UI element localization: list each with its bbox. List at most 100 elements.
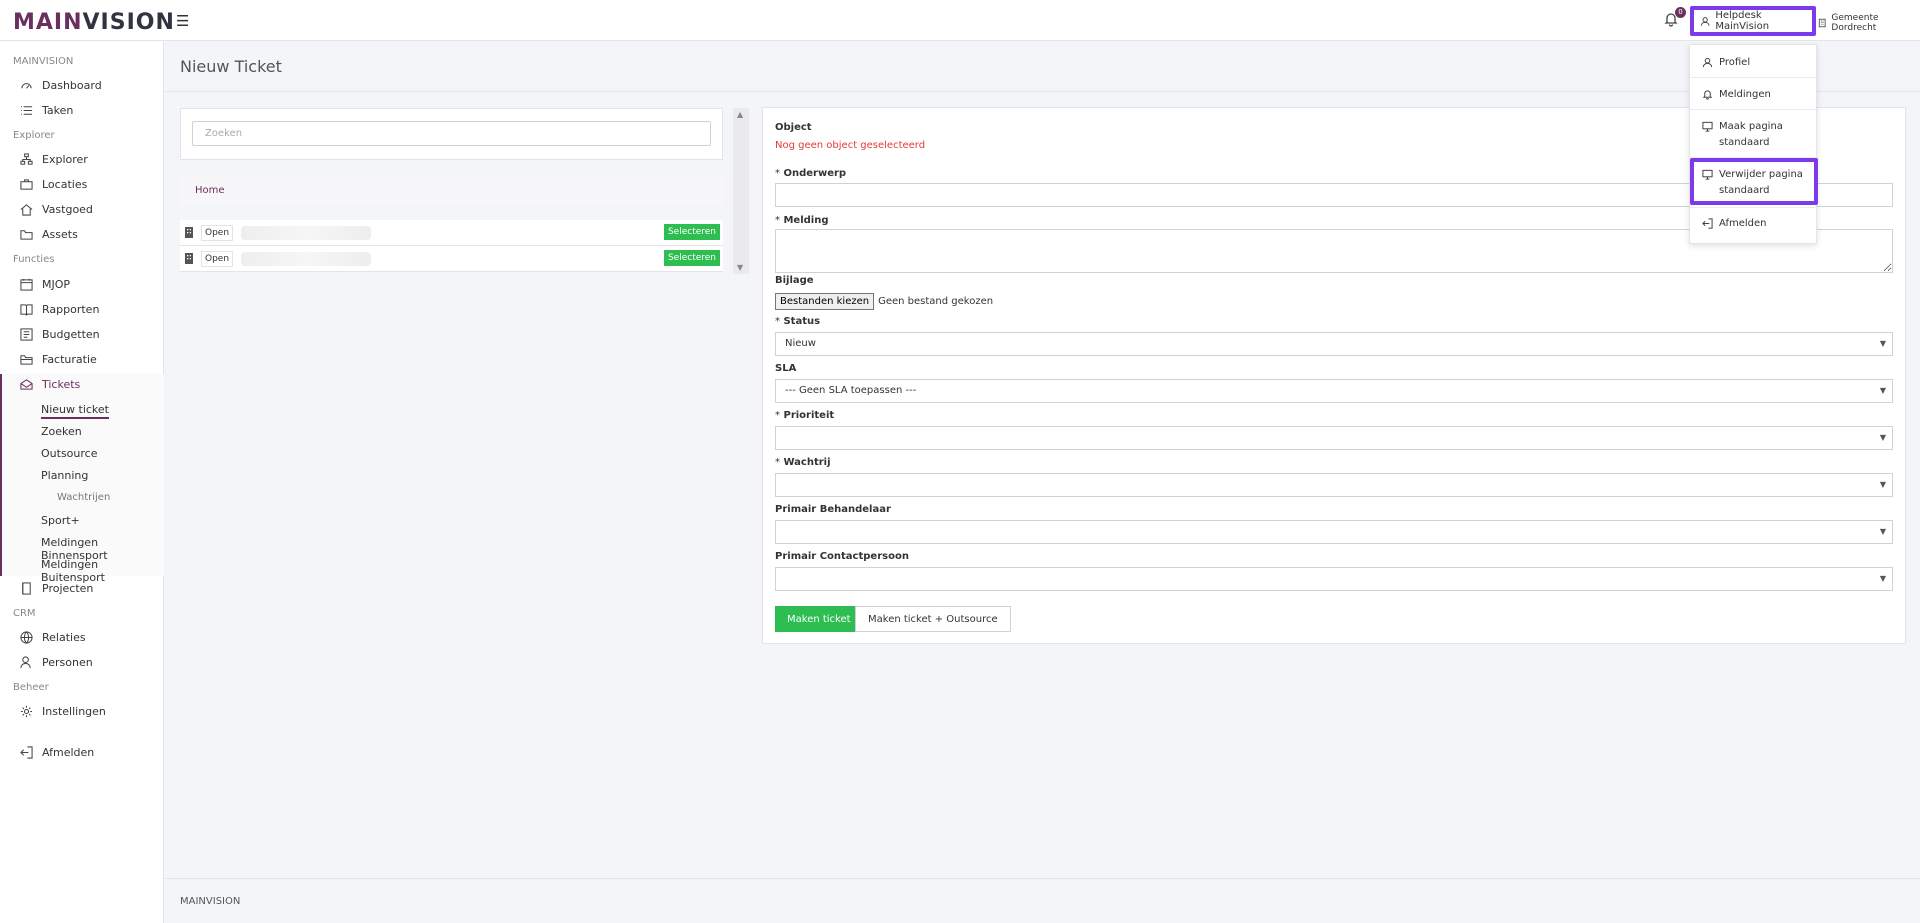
breadcrumb-home-link[interactable]: Home	[195, 185, 225, 196]
melding-label-text: Melding	[783, 215, 829, 226]
table-row[interactable]: Open Selecteren	[180, 220, 723, 246]
menu-divider	[1690, 207, 1816, 208]
object-search-input[interactable]	[192, 121, 711, 146]
sidebar-item-instellingen[interactable]: Instellingen	[20, 705, 106, 718]
select-object-button[interactable]: Selecteren	[663, 250, 720, 266]
choose-files-button[interactable]: Bestanden kiezen	[775, 293, 875, 310]
bijlage-label: Bijlage	[775, 275, 814, 286]
organisation-selector[interactable]: Gemeente Dordrecht	[1818, 13, 1920, 33]
menu-item-profiel[interactable]: Profiel	[1690, 55, 1818, 71]
sidebar-section-crm: CRM	[13, 608, 36, 619]
sidebar-section-mainvision: MAINVISION	[13, 56, 74, 67]
sidebar-subitem-nieuw-ticket[interactable]: Nieuw ticket	[41, 403, 109, 419]
calendar-icon	[20, 278, 33, 291]
sidebar-item-tickets[interactable]: Tickets	[20, 378, 80, 391]
menu-item-label: Maak pagina standaard	[1719, 121, 1783, 148]
sidebar-subitem-planning[interactable]: Planning	[41, 469, 88, 482]
user-menu-button[interactable]: Helpdesk MainVision	[1690, 6, 1816, 36]
sidebar-item-locaties[interactable]: Locaties	[20, 178, 87, 191]
menu-item-afmelden[interactable]: Afmelden	[1690, 216, 1818, 232]
menu-item-label: Meldingen	[1719, 89, 1771, 100]
sidebar-label: Dashboard	[42, 79, 102, 92]
gear-icon	[20, 705, 33, 718]
required-mark: *	[775, 316, 780, 327]
prioriteit-label-text: Prioriteit	[783, 410, 835, 421]
sidebar-subitem-zoeken[interactable]: Zoeken	[41, 425, 82, 438]
sidebar-label: Personen	[42, 656, 93, 669]
book-icon	[20, 304, 33, 316]
table-row[interactable]: Open Selecteren	[180, 246, 723, 272]
sidebar-item-mjop[interactable]: MJOP	[20, 278, 70, 291]
file-none-text: Geen bestand gekozen	[878, 296, 994, 307]
sidebar-subitem-outsource[interactable]: Outsource	[41, 447, 97, 460]
scroll-up-icon[interactable]: ▲	[737, 110, 743, 119]
sidebar-subitem-sport[interactable]: Sport+	[41, 514, 80, 527]
chevron-down-icon: ▼	[1879, 386, 1886, 395]
onderwerp-label: * Onderwerp	[775, 168, 846, 179]
create-ticket-outsource-button[interactable]: Maken ticket + Outsource	[855, 606, 1011, 632]
sidebar-section-explorer: Explorer	[13, 130, 55, 141]
logo-text-vision: VISION	[82, 10, 175, 35]
sidebar-label: Vastgoed	[42, 203, 93, 216]
sidebar-label: Relaties	[42, 631, 86, 644]
sidebar-item-afmelden[interactable]: Afmelden	[20, 746, 94, 759]
menu-item-meldingen[interactable]: Meldingen	[1690, 87, 1818, 103]
menu-toggle-icon[interactable]: ☰	[176, 12, 189, 30]
sidebar: MAINVISION Dashboard Taken Explorer Expl…	[0, 41, 164, 923]
sidebar-item-dashboard[interactable]: Dashboard	[20, 79, 102, 92]
menu-item-label: Afmelden	[1719, 218, 1767, 229]
sidebar-label: Projecten	[42, 582, 94, 595]
prioriteit-select[interactable]: ▼	[775, 426, 1893, 450]
sidebar-item-personen[interactable]: Personen	[20, 656, 93, 669]
sidebar-item-facturatie[interactable]: Facturatie	[20, 353, 97, 366]
scroll-down-icon[interactable]: ▼	[737, 263, 743, 272]
logout-icon	[1702, 218, 1713, 229]
building-icon	[185, 253, 193, 264]
sidebar-item-explorer[interactable]: Explorer	[20, 153, 88, 166]
sidebar-label: Instellingen	[42, 705, 106, 718]
menu-item-maak-pagina-standaard[interactable]: Maak pagina standaard	[1690, 119, 1818, 151]
organisation-label: Gemeente Dordrecht	[1831, 13, 1879, 33]
sidebar-subitem-meldingen-buitensport[interactable]: Meldingen Buitensport	[41, 558, 163, 584]
chevron-down-icon: ▼	[1879, 527, 1886, 536]
app-logo[interactable]: MAINVISION	[13, 10, 175, 35]
sidebar-label: Explorer	[42, 153, 88, 166]
create-ticket-button[interactable]: Maken ticket	[775, 606, 863, 632]
bell-icon	[1702, 90, 1713, 100]
wachtrij-label-text: Wachtrij	[783, 457, 831, 468]
logo-text-main: MAIN	[13, 10, 83, 35]
sla-select[interactable]: --- Geen SLA toepassen --- ▼	[775, 379, 1893, 403]
sidebar-item-vastgoed[interactable]: Vastgoed	[20, 203, 93, 216]
required-mark: *	[775, 457, 780, 468]
object-name-redacted	[241, 225, 372, 240]
sidebar-item-relaties[interactable]: Relaties	[20, 631, 86, 644]
object-list-scrollbar[interactable]: ▲ ▼	[733, 108, 749, 274]
status-label: * Status	[775, 316, 820, 327]
breadcrumb: Home	[180, 176, 723, 206]
monitor-icon	[1702, 121, 1713, 132]
status-select-value: Nieuw	[785, 338, 816, 349]
footer-text: MAINVISION	[180, 896, 241, 907]
ledger-icon	[20, 328, 33, 341]
behandelaar-select[interactable]: ▼	[775, 520, 1893, 544]
wachtrij-select[interactable]: ▼	[775, 473, 1893, 497]
page-footer: MAINVISION	[165, 878, 1920, 923]
behandelaar-label: Primair Behandelaar	[775, 504, 891, 515]
sidebar-item-assets[interactable]: Assets	[20, 228, 78, 241]
object-error-text: Nog geen object geselecteerd	[775, 140, 926, 151]
status-label-text: Status	[783, 316, 821, 327]
sidebar-label: Afmelden	[42, 746, 95, 759]
status-select[interactable]: Nieuw ▼	[775, 332, 1893, 356]
sidebar-item-budgetten[interactable]: Budgetten	[20, 328, 100, 341]
sidebar-label: Rapporten	[42, 303, 100, 316]
select-object-button[interactable]: Selecteren	[663, 224, 720, 240]
sidebar-label: Locaties	[42, 178, 88, 191]
page-header: Nieuw Ticket	[165, 42, 1920, 92]
sidebar-item-taken[interactable]: Taken	[20, 104, 73, 117]
contactpersoon-select[interactable]: ▼	[775, 567, 1893, 591]
sidebar-item-rapporten[interactable]: Rapporten	[20, 303, 99, 316]
sidebar-subitem-wachtrijen[interactable]: Wachtrijen	[57, 492, 110, 503]
sidebar-item-projecten[interactable]: Projecten	[20, 582, 93, 595]
sidebar-label: Facturatie	[42, 353, 97, 366]
invoice-folder-icon	[20, 355, 33, 365]
